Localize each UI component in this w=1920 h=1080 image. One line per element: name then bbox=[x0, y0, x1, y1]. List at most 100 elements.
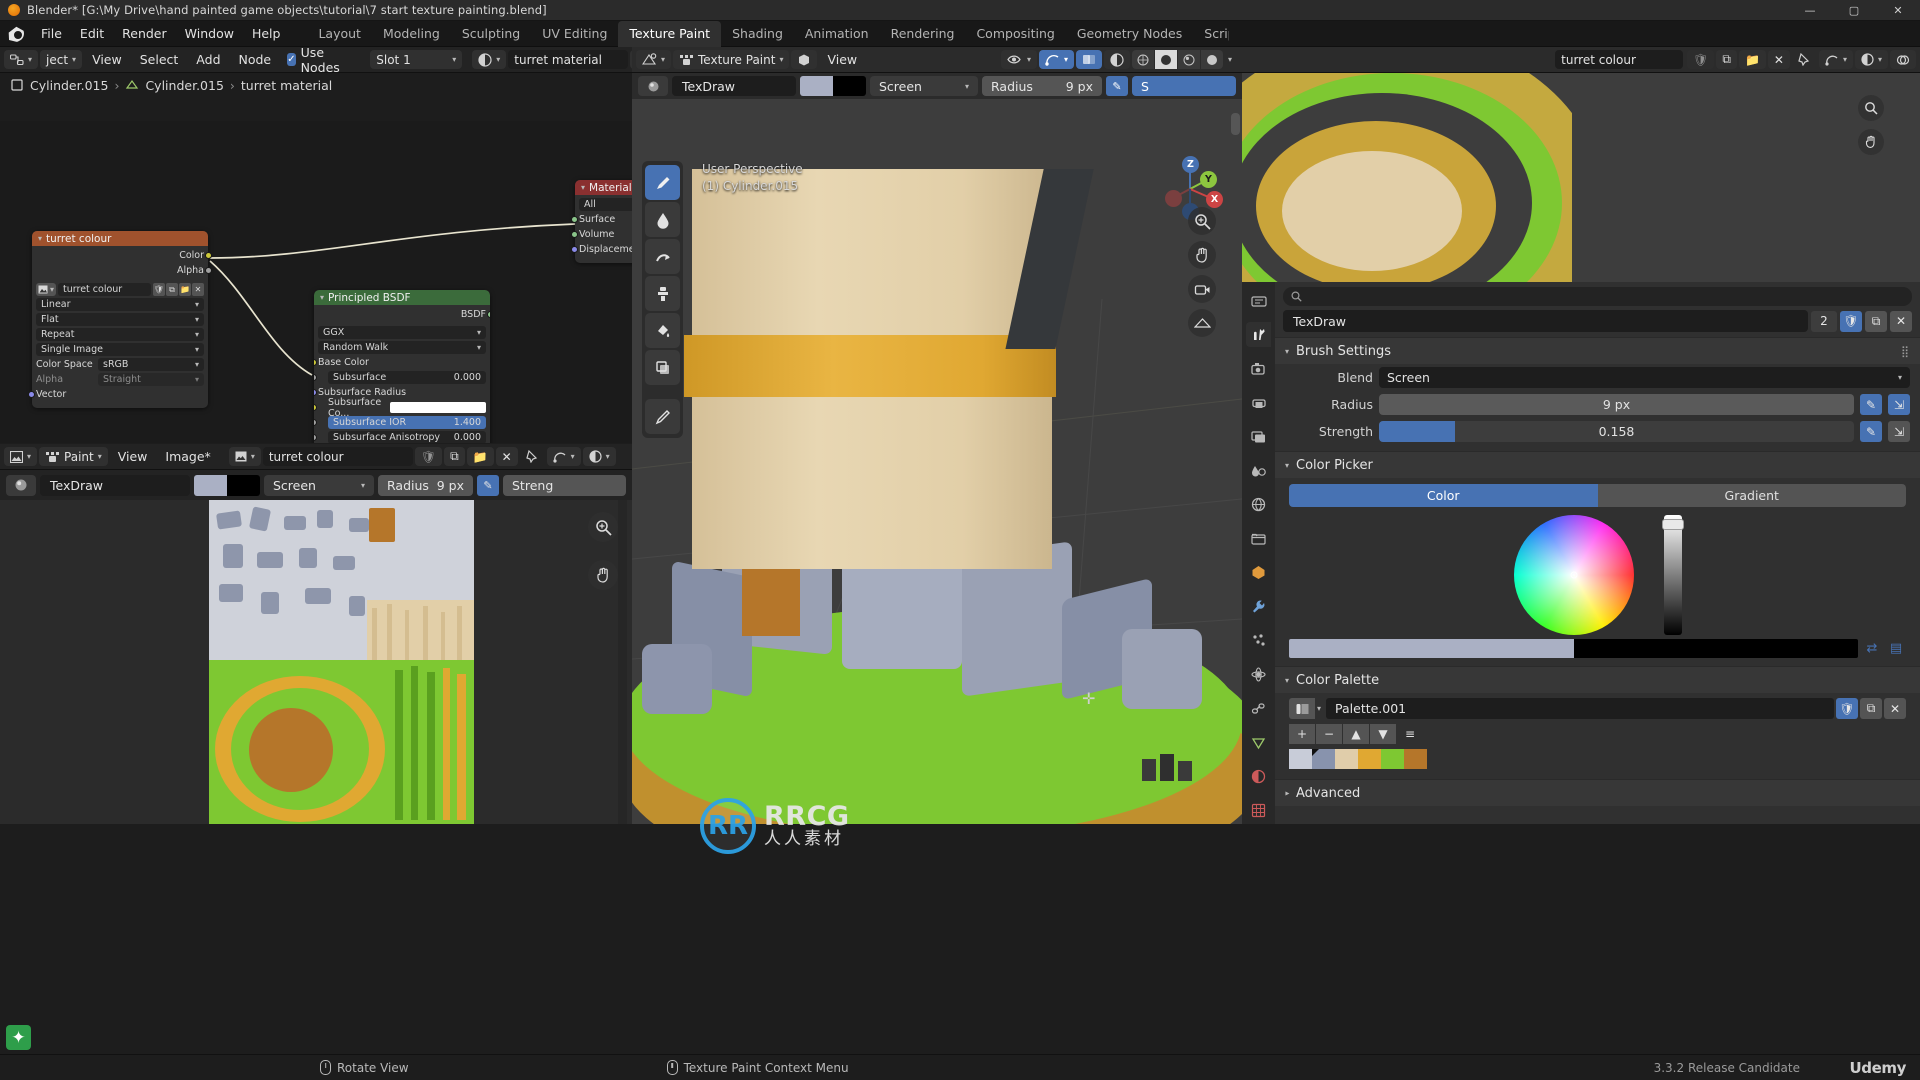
tab-collection[interactable] bbox=[1246, 526, 1271, 551]
search-input[interactable] bbox=[1283, 286, 1912, 306]
collapse-chevron-icon[interactable]: ▾ bbox=[320, 293, 324, 302]
node-material-output[interactable]: ▾ Material O All Surface Vo bbox=[571, 180, 632, 263]
node-input-displacement[interactable]: Displacemen bbox=[571, 243, 632, 256]
image-canvas[interactable] bbox=[0, 500, 632, 824]
tab-modifiers[interactable] bbox=[1246, 594, 1271, 619]
fake-user-icon[interactable]: 🛡 bbox=[1840, 310, 1862, 332]
primary-color-swatch[interactable] bbox=[194, 474, 227, 496]
duplicate-icon[interactable]: ⧉ bbox=[1716, 50, 1737, 69]
palette-swatch-0[interactable] bbox=[1289, 749, 1312, 769]
brush-name-field[interactable]: TexDraw bbox=[40, 474, 190, 496]
pan-icon[interactable] bbox=[588, 560, 618, 590]
image-name-field[interactable]: turret colour bbox=[262, 447, 413, 466]
palette-sort-icon[interactable]: ≡ bbox=[1397, 724, 1423, 744]
collapse-chevron-icon[interactable]: ▾ bbox=[38, 234, 42, 243]
socket-sss-color-icon[interactable] bbox=[314, 404, 317, 411]
subsurface-anisotropy-slider[interactable]: Subsurface Anisotropy 0.000 bbox=[328, 431, 486, 443]
menu-file[interactable]: File bbox=[32, 23, 71, 44]
secondary-3d-view[interactable]: turret colour 🛡 ⧉ 📁 ✕ ▾ ▾ bbox=[1242, 47, 1920, 282]
menu-window[interactable]: Window bbox=[176, 23, 243, 44]
node-output-alpha[interactable]: Alpha bbox=[36, 264, 212, 277]
preview-zoom-icon[interactable] bbox=[1858, 95, 1884, 121]
radius-unit-icon[interactable]: ⇲ bbox=[1888, 394, 1910, 415]
shading-mode-icon[interactable]: ▾ bbox=[582, 447, 616, 466]
clone-tool[interactable] bbox=[645, 276, 680, 311]
gizmo-axis-x[interactable]: X bbox=[1206, 191, 1223, 208]
pin-icon[interactable] bbox=[1792, 50, 1817, 69]
alpha-dropdown[interactable]: Straight ▾ bbox=[98, 373, 204, 386]
palette-swatch-5[interactable] bbox=[1404, 749, 1427, 769]
secondary-color-swatch[interactable] bbox=[833, 76, 866, 96]
gizmo-axis-z[interactable]: Z bbox=[1182, 156, 1199, 173]
palette-remove-button[interactable]: − bbox=[1316, 724, 1342, 744]
source-dropdown[interactable]: Single Image ▾ bbox=[36, 343, 204, 356]
node-image-texture[interactable]: ▾ turret colour Color Alpha ▾ turret col… bbox=[28, 231, 212, 408]
blend-dropdown[interactable]: Screen ▾ bbox=[1379, 367, 1910, 388]
socket-alpha-icon[interactable] bbox=[205, 267, 212, 274]
material-name-field[interactable]: turret material bbox=[508, 50, 629, 69]
material-preview-shading-icon[interactable] bbox=[1177, 50, 1200, 69]
tab-render[interactable] bbox=[1246, 356, 1271, 381]
draw-tool[interactable] bbox=[645, 165, 680, 200]
color-palette-section-header[interactable]: ▾ Color Palette bbox=[1275, 666, 1920, 693]
node-sss-method-row[interactable]: Random Walk ▾ bbox=[318, 341, 486, 354]
tab-output[interactable] bbox=[1246, 390, 1271, 415]
unlink-image-icon[interactable]: ✕ bbox=[495, 447, 518, 466]
overlays-icon[interactable] bbox=[1890, 50, 1916, 69]
socket-base-color-icon[interactable] bbox=[314, 359, 317, 366]
node-source-row[interactable]: Single Image ▾ bbox=[36, 343, 204, 356]
material-slot-dropdown[interactable]: Slot 1 ▾ bbox=[370, 50, 463, 69]
drag-handle-icon[interactable]: ⣿ bbox=[1901, 345, 1910, 358]
chevron-down-icon[interactable]: ▾ bbox=[1285, 347, 1289, 356]
tab-texture[interactable] bbox=[1246, 798, 1271, 823]
tab-constraints[interactable] bbox=[1246, 696, 1271, 721]
image-browse-icon[interactable]: ▾ bbox=[228, 447, 261, 466]
camera-icon[interactable] bbox=[1188, 275, 1216, 303]
node-colorspace-row[interactable]: Color Space sRGB ▾ bbox=[36, 358, 204, 371]
primary-color-swatch[interactable] bbox=[800, 76, 833, 96]
socket-subsurface-icon[interactable] bbox=[314, 374, 317, 381]
image-scrollbar[interactable] bbox=[618, 500, 627, 824]
strength-slider[interactable]: Streng bbox=[503, 474, 626, 496]
viewport-menu-view[interactable]: View bbox=[819, 52, 865, 67]
node-menu-add[interactable]: Add bbox=[188, 52, 228, 67]
duplicate-icon[interactable]: ⧉ bbox=[166, 283, 178, 296]
gizmo-axis-neg-y[interactable] bbox=[1165, 190, 1182, 207]
color-picker-tabs[interactable]: Color Gradient bbox=[1289, 484, 1906, 507]
palette-swatch-3[interactable] bbox=[1358, 749, 1381, 769]
tab-sculpting[interactable]: Sculpting bbox=[451, 21, 531, 47]
node-header[interactable]: ▾ turret colour bbox=[32, 231, 208, 246]
breadcrumb-object[interactable]: Cylinder.015 bbox=[30, 78, 108, 93]
tab-compositing[interactable]: Compositing bbox=[965, 21, 1065, 47]
breadcrumb-mesh[interactable]: Cylinder.015 bbox=[145, 78, 223, 93]
value-slider[interactable] bbox=[1661, 515, 1684, 635]
socket-sss-ior-icon[interactable] bbox=[314, 419, 317, 426]
node-output-bsdf[interactable]: BSDF bbox=[318, 308, 490, 321]
fake-user-icon[interactable]: 🛡 bbox=[1687, 50, 1715, 69]
smear-tool[interactable] bbox=[645, 239, 680, 274]
color-picker-section-header[interactable]: ▾ Color Picker bbox=[1275, 451, 1920, 478]
tab-object[interactable] bbox=[1246, 560, 1271, 585]
menu-render[interactable]: Render bbox=[113, 23, 176, 44]
tab-color[interactable]: Color bbox=[1289, 484, 1598, 507]
fill-tool[interactable] bbox=[645, 313, 680, 348]
preview-pan-icon[interactable] bbox=[1858, 129, 1884, 155]
interpolation-dropdown[interactable]: Linear ▾ bbox=[36, 298, 204, 311]
secondary-color-swatch[interactable] bbox=[1573, 639, 1858, 658]
node-projection-row[interactable]: Flat ▾ bbox=[36, 313, 204, 326]
tab-texture-paint[interactable]: Texture Paint bbox=[618, 20, 722, 47]
node-header[interactable]: ▾ Principled BSDF bbox=[314, 290, 490, 305]
swap-colors-icon[interactable]: ⇄ bbox=[1862, 639, 1882, 658]
distribution-dropdown[interactable]: GGX ▾ bbox=[318, 326, 486, 339]
fake-user-icon[interactable]: 🛡 bbox=[153, 283, 165, 296]
node-input-subsurface-ior[interactable]: Subsurface IOR 1.400 bbox=[314, 416, 486, 429]
taskbar-start-button[interactable]: ✦ bbox=[6, 1025, 31, 1050]
pin-image-icon[interactable] bbox=[520, 447, 545, 466]
radius-pressure-icon[interactable]: ✎ bbox=[477, 474, 499, 496]
zoom-icon[interactable] bbox=[588, 512, 618, 542]
minimize-button[interactable]: — bbox=[1788, 0, 1832, 21]
unlink-image-icon[interactable]: ✕ bbox=[192, 283, 204, 296]
node-menu-select[interactable]: Select bbox=[132, 52, 187, 67]
grid-icon[interactable] bbox=[1188, 309, 1216, 337]
radius-slider[interactable]: Radius 9 px bbox=[982, 76, 1102, 96]
